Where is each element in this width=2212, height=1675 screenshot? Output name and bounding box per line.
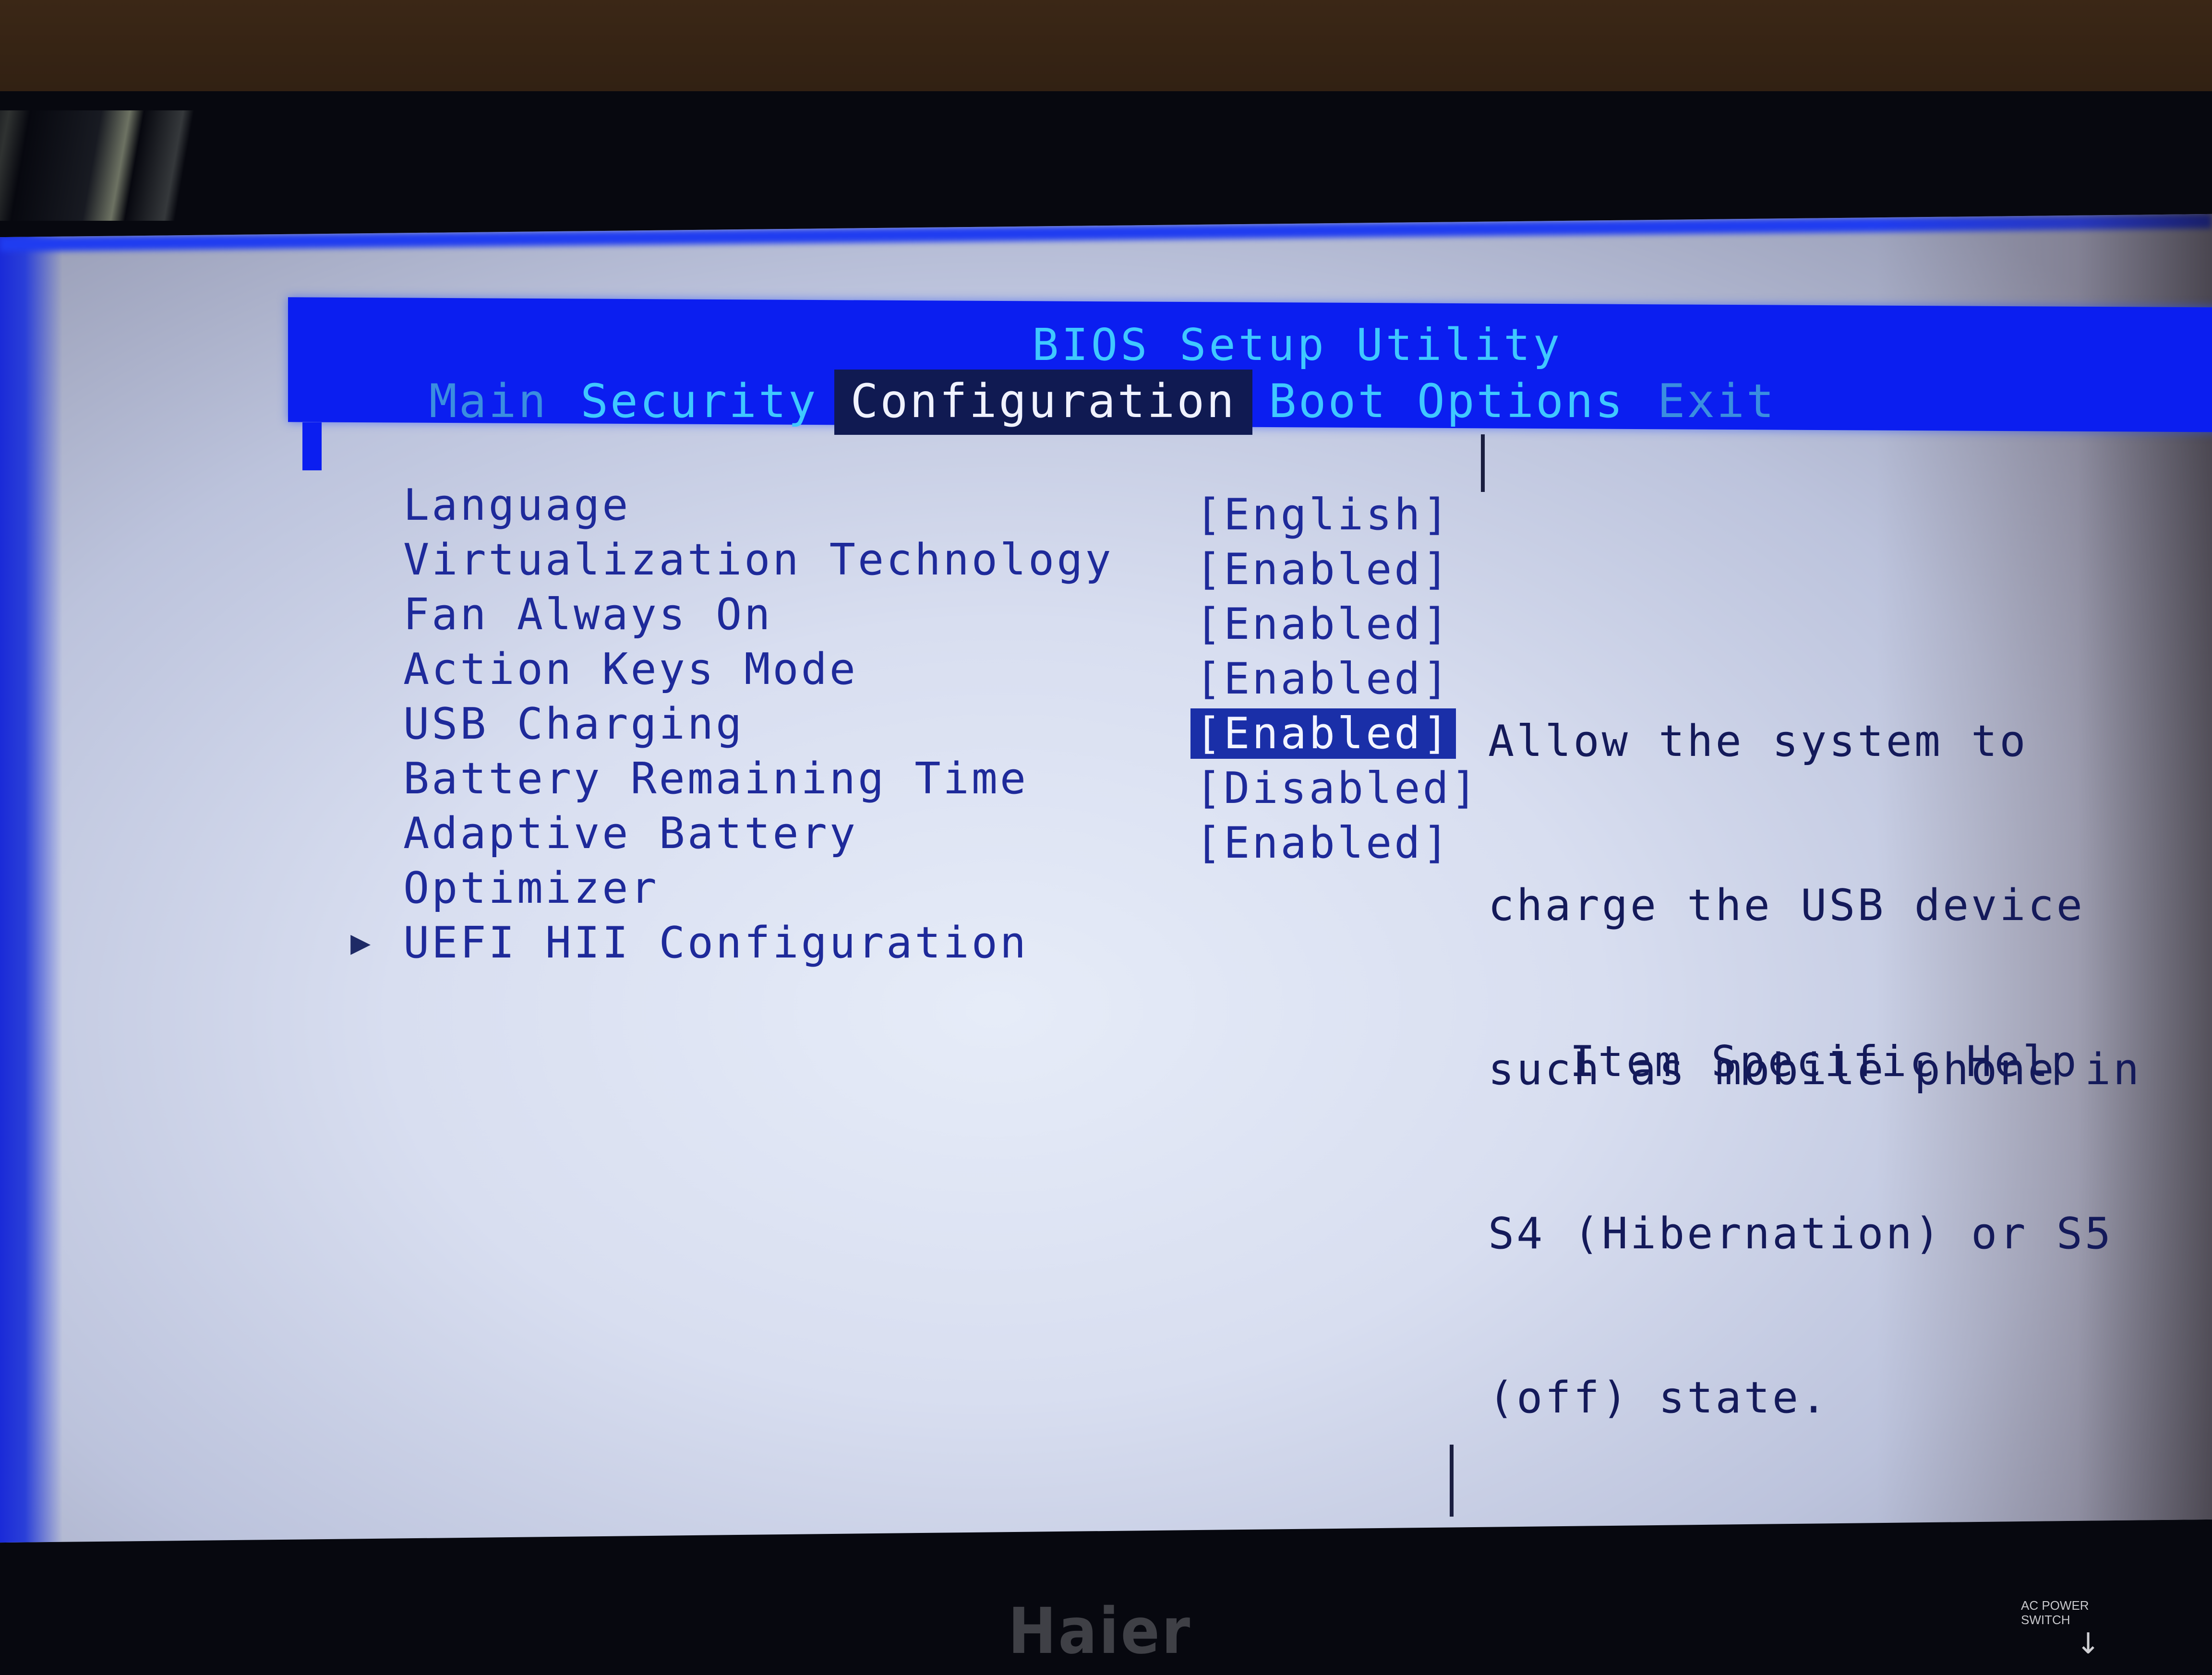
help-line: (off) state. [1488, 1371, 2141, 1425]
setting-value[interactable]: [English] [1190, 490, 1456, 540]
setting-row-optimizer: Optimizer [403, 863, 574, 918]
tab-exit[interactable]: Exit [1641, 370, 1792, 435]
setting-row-action-keys-mode[interactable]: Action Keys Mode [Enabled] [403, 644, 574, 699]
bezel-reflection [0, 110, 317, 221]
setting-label-continuation: Optimizer [403, 863, 659, 913]
setting-row-virtualization[interactable]: Virtualization Technology [Enabled] [403, 535, 574, 589]
arrow-down-icon: ↓ [2076, 1627, 2100, 1661]
setting-value-selected[interactable]: [Enabled] [1190, 708, 1456, 759]
setting-value[interactable]: [Disabled] [1190, 763, 1484, 814]
triangle-right-icon: ▶ [350, 922, 373, 962]
setting-label: Virtualization Technology [403, 535, 1114, 585]
settings-list: Language [English] Virtualization Techno… [403, 480, 574, 972]
setting-value[interactable]: [Enabled] [1190, 818, 1456, 868]
setting-value[interactable]: [Enabled] [1190, 654, 1456, 704]
setting-label: Fan Always On [403, 589, 772, 640]
setting-row-usb-charging[interactable]: USB Charging [Enabled] [403, 699, 574, 754]
ac-power-label-line: SWITCH [2021, 1613, 2089, 1627]
setting-label: Action Keys Mode [403, 644, 858, 694]
item-specific-help-heading: Item Specific Help [1570, 1037, 2080, 1086]
setting-label: UEFI HII Configuration [403, 918, 1028, 968]
help-line: S4 (Hibernation) or S5 [1488, 1207, 2141, 1261]
tab-configuration[interactable]: Configuration [834, 370, 1252, 435]
setting-value[interactable]: [Enabled] [1190, 544, 1456, 595]
tab-security[interactable]: Security [564, 370, 834, 435]
setting-row-adaptive-battery[interactable]: Adaptive Battery [Enabled] [403, 808, 574, 863]
tab-main[interactable]: Main [413, 370, 564, 435]
setting-row-language[interactable]: Language [English] [403, 480, 574, 535]
panel-divider-bottom [1450, 1445, 1454, 1517]
setting-label: USB Charging [403, 699, 744, 749]
bios-menu-bar: Main Security Configuration Boot Options… [413, 370, 1792, 435]
monitor-brand-logo: Haier [1008, 1595, 1192, 1668]
photo-background: BIOS Setup Utility Main Security Configu… [0, 0, 2212, 1659]
setting-label: Language [403, 480, 630, 530]
help-line: charge the USB device [1488, 878, 2141, 933]
setting-row-uefi-hii-configuration[interactable]: ▶ UEFI HII Configuration [403, 918, 574, 972]
ac-power-label-line: AC POWER [2021, 1598, 2089, 1613]
tab-boot-options[interactable]: Boot Options [1252, 370, 1641, 435]
ac-power-switch-label: AC POWER SWITCH [2021, 1598, 2089, 1627]
setting-value[interactable]: [Enabled] [1190, 599, 1456, 649]
setting-label: Battery Remaining Time [403, 754, 1028, 804]
bios-title: BIOS Setup Utility [1032, 319, 1563, 371]
header-left-edge [302, 422, 322, 470]
setting-label: Adaptive Battery [403, 808, 858, 859]
panel-divider-top [1481, 434, 1485, 492]
help-line: Allow the system to [1488, 714, 2141, 769]
setting-row-fan-always-on[interactable]: Fan Always On [Enabled] [403, 589, 574, 644]
setting-row-battery-remaining-time[interactable]: Battery Remaining Time [Disabled] [403, 754, 574, 808]
